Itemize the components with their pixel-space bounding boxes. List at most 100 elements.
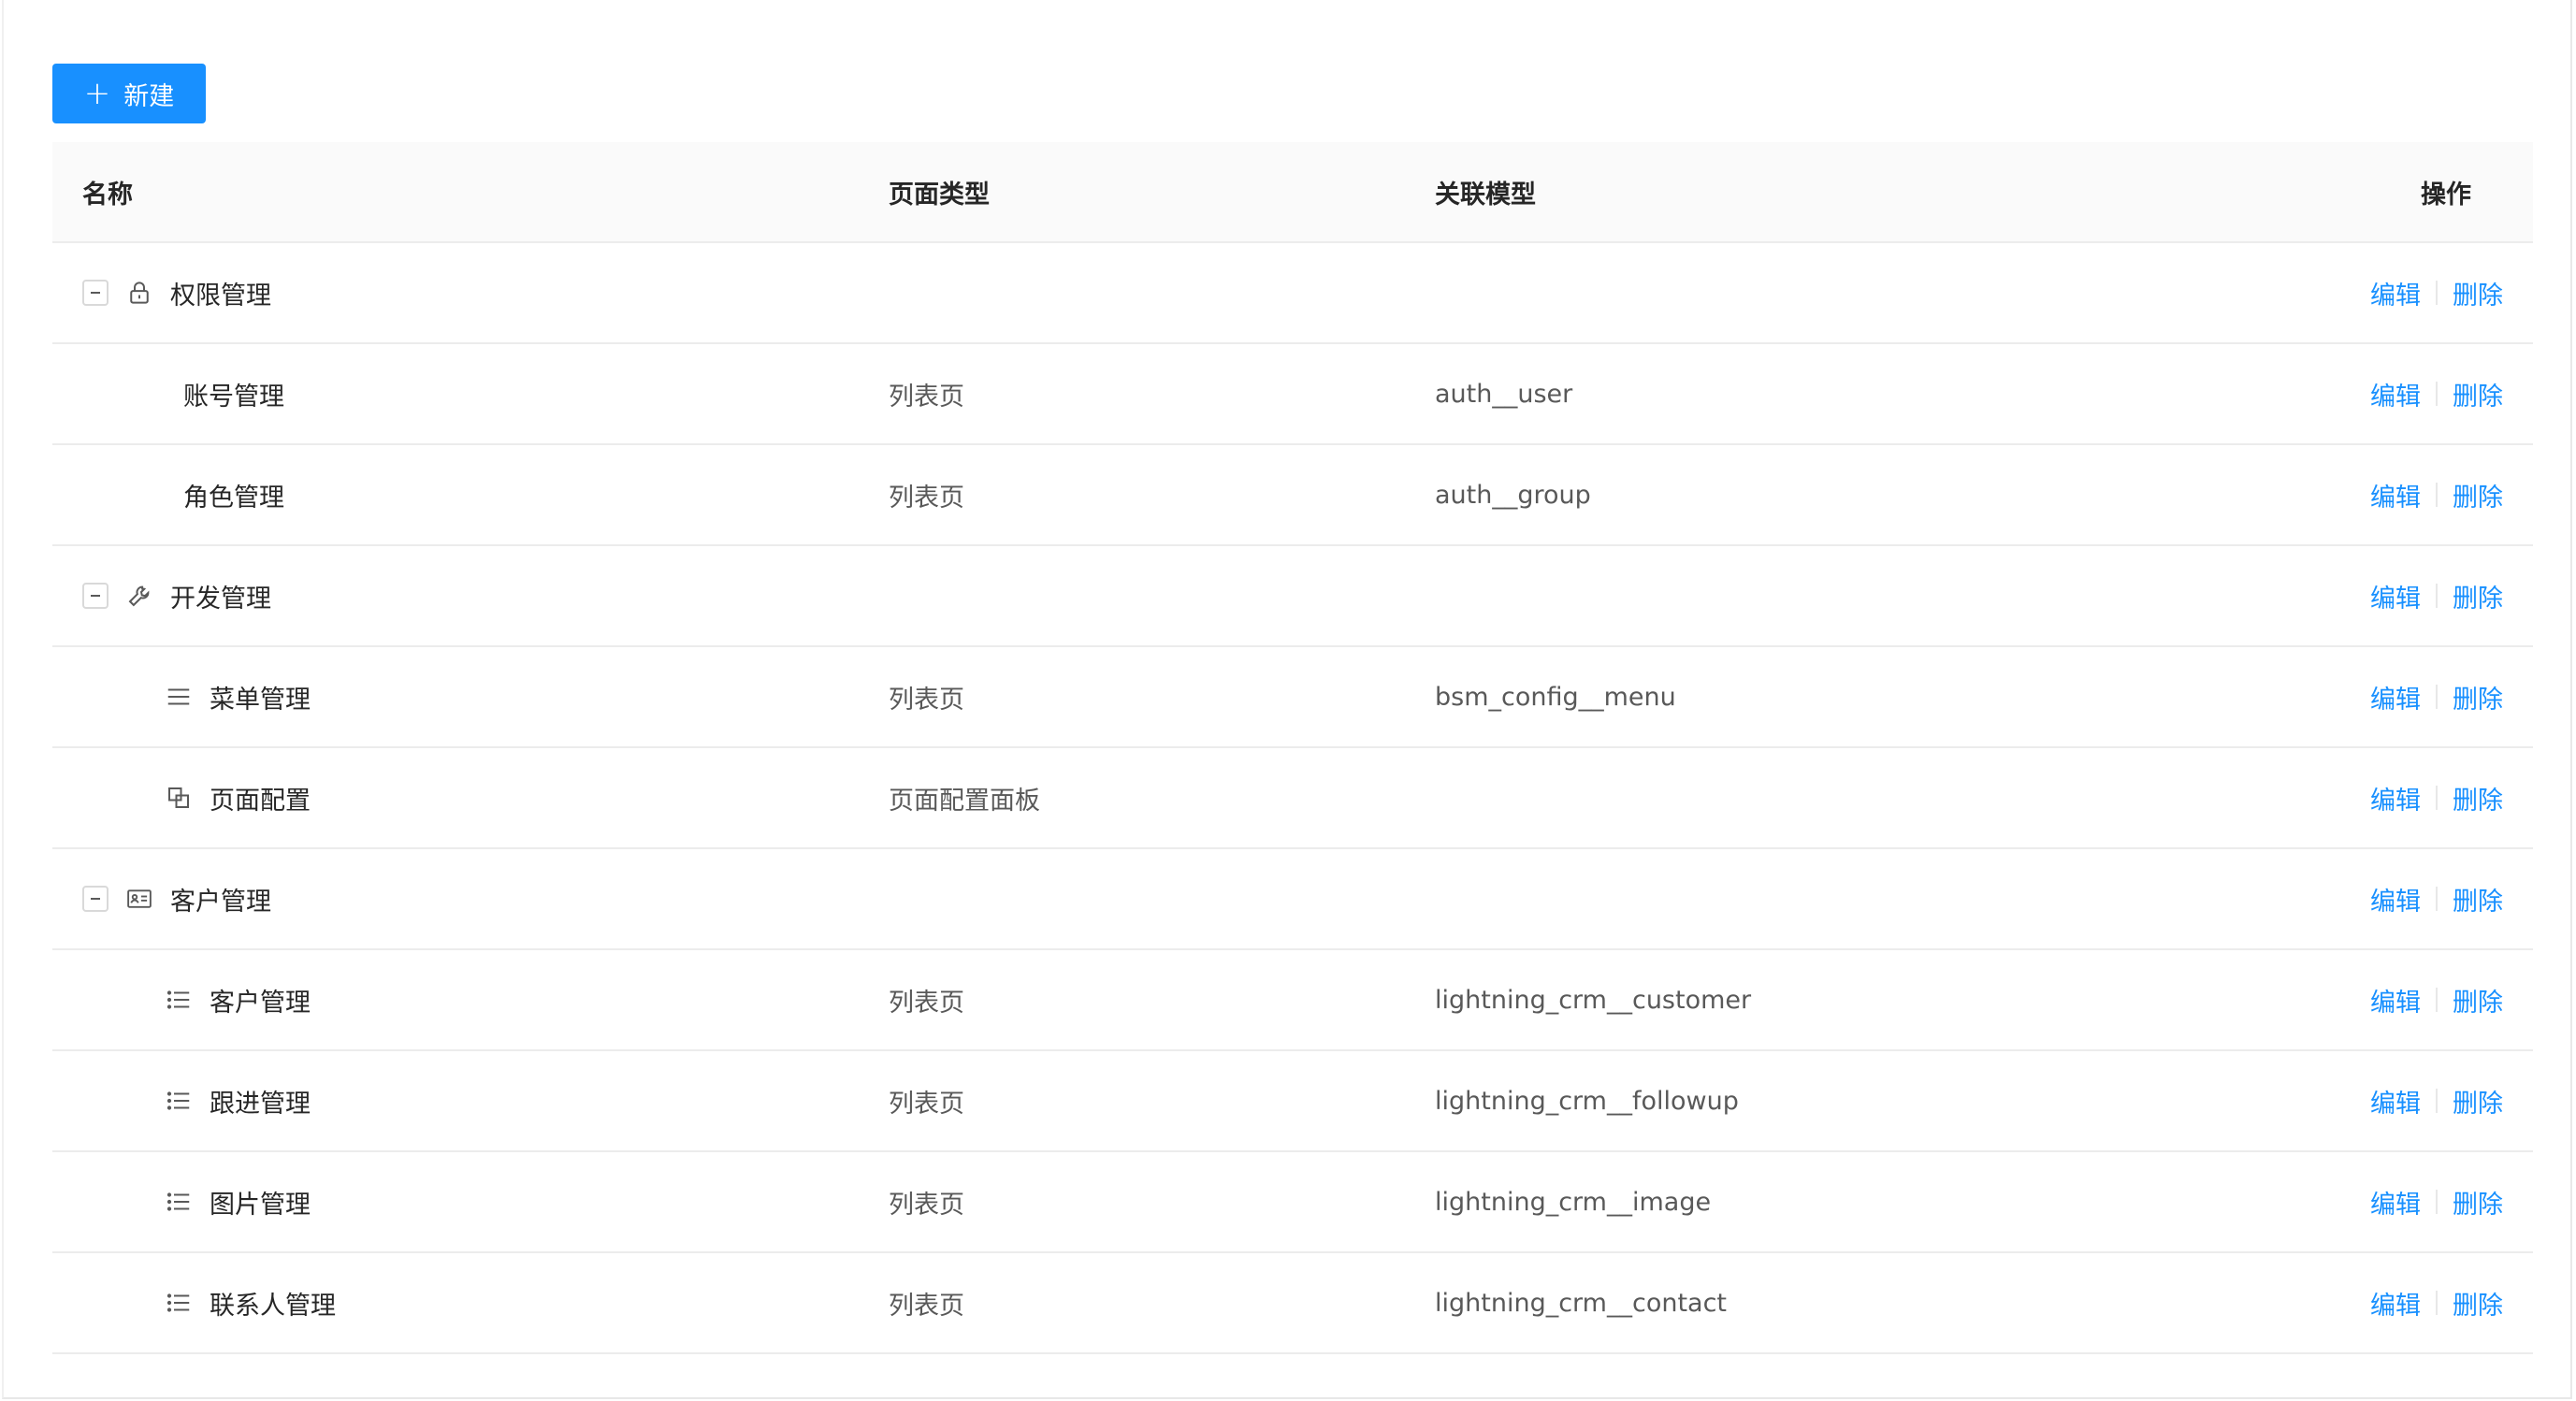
cell-actions: 编辑 删除 (2370, 748, 2503, 847)
plus-icon: + (83, 75, 111, 112)
edit-link[interactable]: 编辑 (2370, 477, 2421, 513)
table-row: 客户管理 列表页 lightning_crm__customer 编辑 删除 (52, 950, 2533, 1051)
delete-link[interactable]: 删除 (2453, 578, 2503, 614)
cell-page-type: 列表页 (889, 1190, 964, 1220)
edit-link[interactable]: 编辑 (2370, 1184, 2421, 1220)
edit-link[interactable]: 编辑 (2370, 1083, 2421, 1119)
action-divider (2436, 1291, 2438, 1315)
menu-icon (165, 683, 193, 711)
delete-link[interactable]: 删除 (2453, 275, 2503, 311)
column-header-actions: 操作 (2421, 180, 2471, 209)
action-divider (2436, 281, 2438, 305)
list-icon (165, 1188, 193, 1216)
wrench-icon (125, 582, 153, 610)
cell-model: lightning_crm__customer (1435, 985, 1752, 1015)
layers-icon (165, 784, 193, 812)
list-icon (165, 986, 193, 1014)
edit-link[interactable]: 编辑 (2370, 1285, 2421, 1322)
table-body: 权限管理 编辑 删除 账号管理 列表页 auth__user 编辑 删除 角色管理 列表页 auth… (52, 243, 2533, 1354)
row-name: 权限管理 (170, 281, 271, 311)
table-header: 名称 页面类型 关联模型 操作 (52, 142, 2533, 243)
column-header-model: 关联模型 (1435, 180, 1536, 209)
action-divider (2436, 1190, 2438, 1214)
collapse-toggle-button[interactable] (82, 583, 109, 609)
cell-name: 客户管理 (165, 950, 311, 1049)
delete-link[interactable]: 删除 (2453, 376, 2503, 412)
cell-name: 跟进管理 (165, 1051, 311, 1150)
new-button-label: 新建 (123, 81, 175, 111)
row-name: 账号管理 (183, 382, 284, 412)
row-name: 跟进管理 (210, 1089, 311, 1119)
cell-model: lightning_crm__followup (1435, 1086, 1739, 1116)
table-row: 账号管理 列表页 auth__user 编辑 删除 (52, 344, 2533, 445)
row-name: 图片管理 (210, 1190, 311, 1220)
cell-actions: 编辑 删除 (2370, 546, 2503, 645)
edit-link[interactable]: 编辑 (2370, 376, 2421, 412)
cell-model: bsm_config__menu (1435, 682, 1676, 712)
edit-link[interactable]: 编辑 (2370, 982, 2421, 1018)
cell-page-type: 列表页 (889, 1089, 964, 1119)
table-row: 图片管理 列表页 lightning_crm__image 编辑 删除 (52, 1152, 2533, 1253)
row-name: 联系人管理 (210, 1291, 336, 1321)
cell-page-type: 列表页 (889, 382, 964, 412)
delete-link[interactable]: 删除 (2453, 477, 2503, 513)
table-row: 菜单管理 列表页 bsm_config__menu 编辑 删除 (52, 647, 2533, 748)
table-row: 跟进管理 列表页 lightning_crm__followup 编辑 删除 (52, 1051, 2533, 1152)
edit-link[interactable]: 编辑 (2370, 780, 2421, 816)
column-header-page-type: 页面类型 (889, 180, 990, 209)
cell-actions: 编辑 删除 (2370, 1152, 2503, 1251)
cell-name: 页面配置 (165, 748, 311, 847)
row-name: 客户管理 (210, 988, 311, 1018)
table-row: 开发管理 编辑 删除 (52, 546, 2533, 647)
cell-actions: 编辑 删除 (2370, 344, 2503, 443)
delete-link[interactable]: 删除 (2453, 1184, 2503, 1220)
delete-link[interactable]: 删除 (2453, 982, 2503, 1018)
cell-name: 菜单管理 (165, 647, 311, 746)
cell-actions: 编辑 删除 (2370, 1253, 2503, 1352)
cell-model: auth__group (1435, 480, 1591, 510)
cell-page-type: 列表页 (889, 685, 964, 715)
cell-actions: 编辑 删除 (2370, 445, 2503, 544)
new-button[interactable]: + 新建 (52, 64, 206, 123)
delete-link[interactable]: 删除 (2453, 1083, 2503, 1119)
row-name: 开发管理 (170, 584, 271, 614)
cell-name: 账号管理 (183, 344, 284, 443)
cell-page-type: 列表页 (889, 988, 964, 1018)
cell-name: 客户管理 (82, 849, 271, 948)
edit-link[interactable]: 编辑 (2370, 275, 2421, 311)
cell-name: 开发管理 (82, 546, 271, 645)
cell-actions: 编辑 删除 (2370, 849, 2503, 948)
row-name: 菜单管理 (210, 685, 311, 715)
row-name: 页面配置 (210, 786, 311, 816)
cell-actions: 编辑 删除 (2370, 950, 2503, 1049)
cell-name: 权限管理 (82, 243, 271, 342)
collapse-toggle-button[interactable] (82, 886, 109, 912)
action-divider (2436, 786, 2438, 810)
delete-link[interactable]: 删除 (2453, 881, 2503, 917)
delete-link[interactable]: 删除 (2453, 1285, 2503, 1322)
table-row: 角色管理 列表页 auth__group 编辑 删除 (52, 445, 2533, 546)
action-divider (2436, 1089, 2438, 1113)
cell-name: 联系人管理 (165, 1253, 336, 1352)
edit-link[interactable]: 编辑 (2370, 679, 2421, 715)
cell-model: auth__user (1435, 379, 1573, 409)
list-icon (165, 1087, 193, 1115)
cell-actions: 编辑 删除 (2370, 1051, 2503, 1150)
row-name: 角色管理 (183, 483, 284, 513)
table-row: 联系人管理 列表页 lightning_crm__contact 编辑 删除 (52, 1253, 2533, 1354)
action-divider (2436, 988, 2438, 1012)
table-row: 权限管理 编辑 删除 (52, 243, 2533, 344)
edit-link[interactable]: 编辑 (2370, 578, 2421, 614)
cell-model: lightning_crm__image (1435, 1187, 1712, 1217)
cell-model: lightning_crm__contact (1435, 1288, 1728, 1318)
menu-config-panel: + 新建 名称 页面类型 关联模型 操作 权限管理 编辑 删除 账号管理 列表页 auth… (2, 0, 2572, 1399)
collapse-toggle-button[interactable] (82, 280, 109, 306)
edit-link[interactable]: 编辑 (2370, 881, 2421, 917)
cell-actions: 编辑 删除 (2370, 243, 2503, 342)
cell-name: 图片管理 (165, 1152, 311, 1251)
cell-actions: 编辑 删除 (2370, 647, 2503, 746)
delete-link[interactable]: 删除 (2453, 679, 2503, 715)
cell-name: 角色管理 (183, 445, 284, 544)
delete-link[interactable]: 删除 (2453, 780, 2503, 816)
id-card-icon (125, 885, 153, 913)
